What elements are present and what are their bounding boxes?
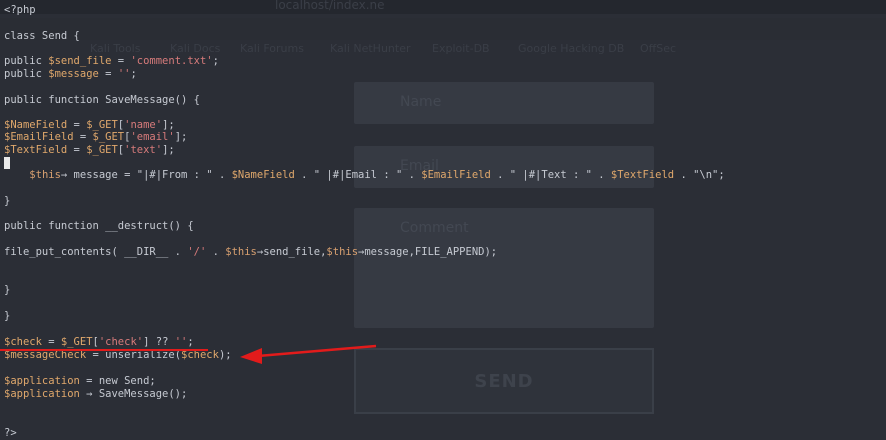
arrow-annotation-icon xyxy=(240,344,377,364)
